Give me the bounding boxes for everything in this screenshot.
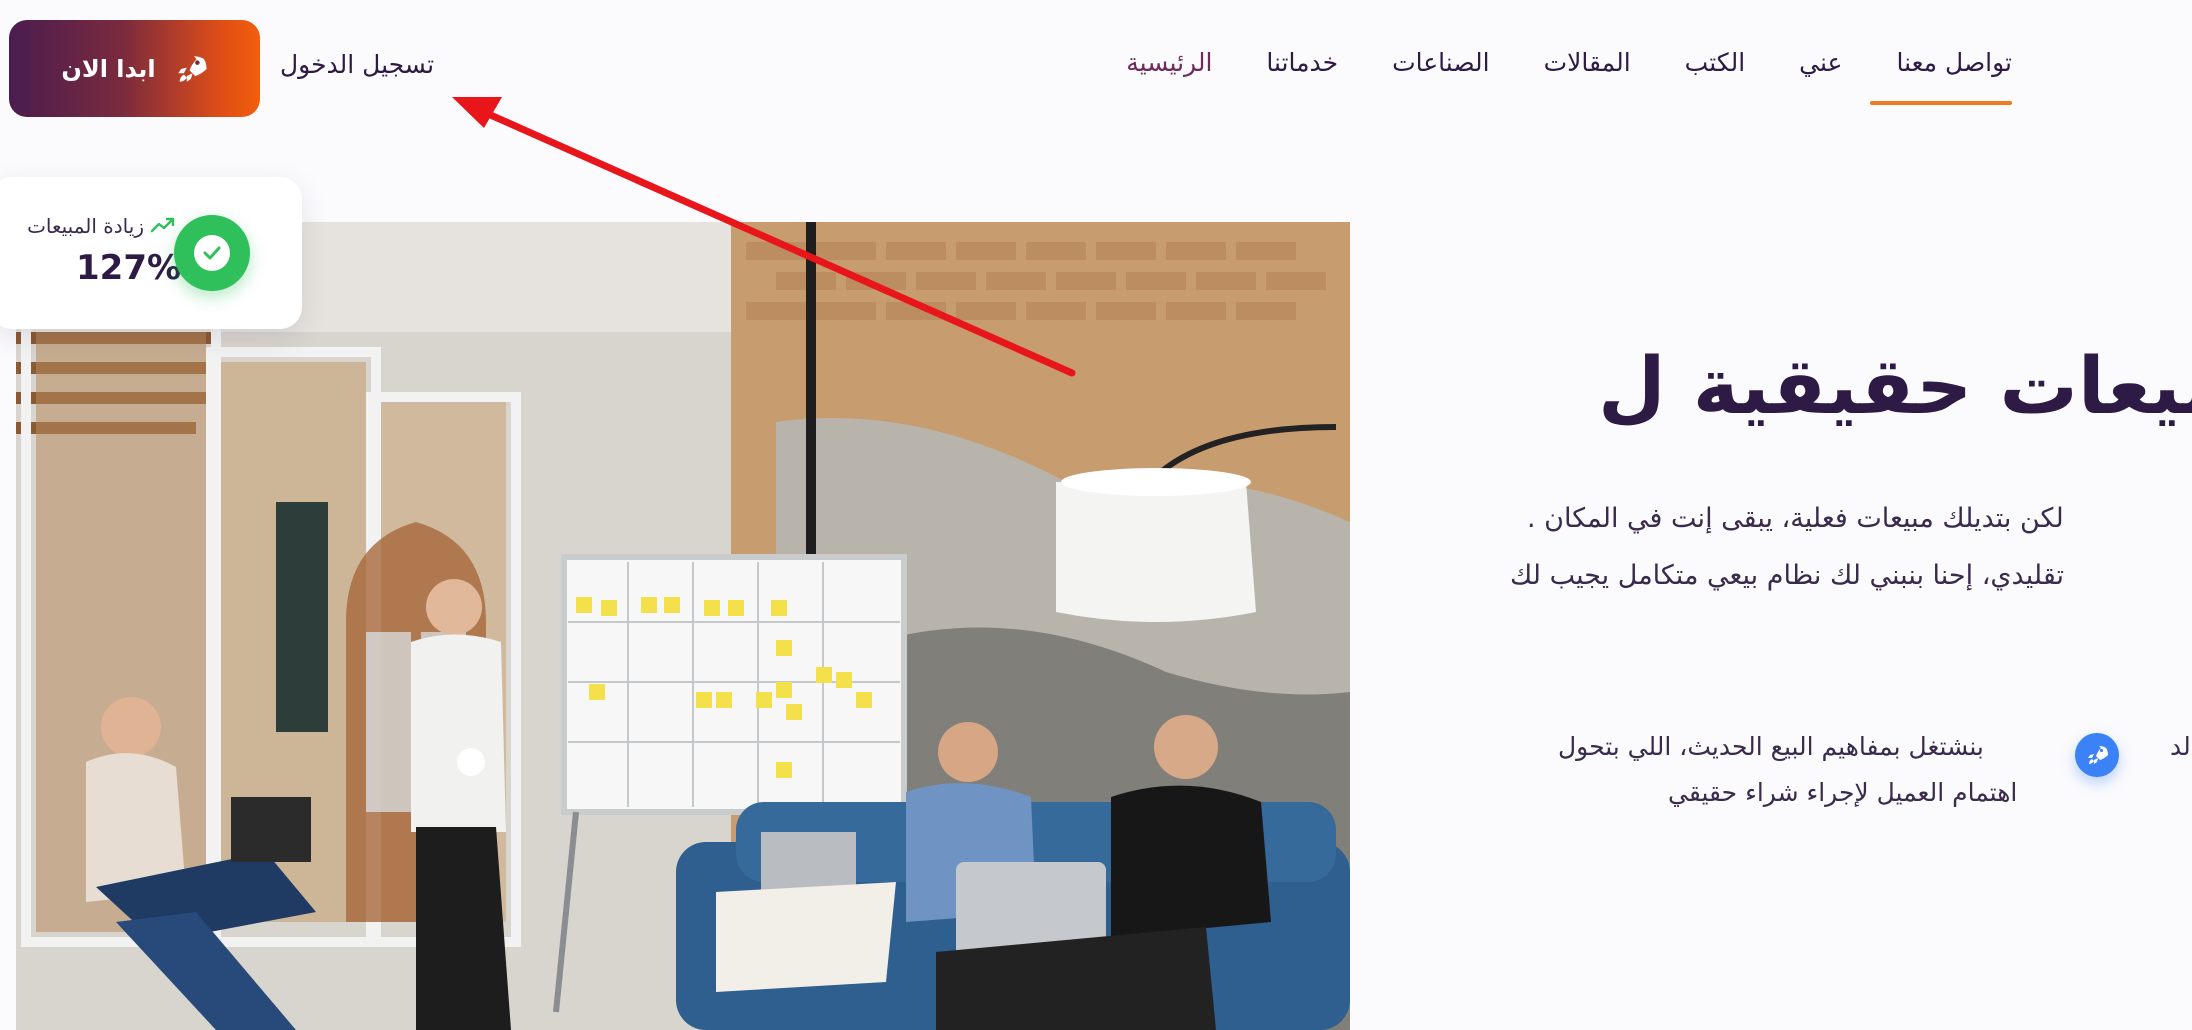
nav-item-industries[interactable]: الصناعات <box>1392 48 1489 77</box>
sales-increase-label: زيادة المبيعات <box>27 214 144 238</box>
start-now-button[interactable]: ابدا الان <box>9 20 260 117</box>
feature-text-line2: اهتمام العميل لإجراء شراء حقيقي <box>1668 778 2018 807</box>
nav-active-indicator <box>1870 101 2012 105</box>
hero-subtext-line2: تقليدي، إحنا بنبني لك نظام بيعي متكامل ي… <box>1510 560 2064 591</box>
rocket-icon <box>177 55 207 82</box>
trend-up-icon <box>150 217 175 233</box>
main-nav: الرئيسية خدماتنا الصناعات المقالات الكتب… <box>1126 48 2012 77</box>
cta-label: ابدا الان <box>61 54 156 83</box>
hero-headline: مبيعات حقيقية ل <box>1598 342 2192 432</box>
rocket-icon <box>2088 746 2108 764</box>
nav-item-contact[interactable]: تواصل معنا <box>1896 48 2012 77</box>
nav-item-services[interactable]: خدماتنا <box>1266 48 1338 77</box>
login-link[interactable]: تسجيل الدخول <box>280 50 434 79</box>
check-badge <box>174 215 250 291</box>
feature-rocket-badge <box>2075 733 2119 777</box>
nav-item-home[interactable]: الرئيسية <box>1126 48 1212 77</box>
feature-text-cut: لد <box>2170 732 2191 761</box>
feature-text-line1: بنشتغل بمفاهيم البيع الحديث، اللي بتحول <box>1558 732 1984 761</box>
nav-item-books[interactable]: الكتب <box>1685 48 1745 77</box>
landing-page: ابدا الان تسجيل الدخول الرئيسية خدماتنا … <box>0 0 2192 1030</box>
hero-photo <box>16 222 1350 1030</box>
hero-subtext-line1: لكن بتديلك مبيعات فعلية، يبقى إنت في الم… <box>1527 503 2064 534</box>
nav-item-about[interactable]: عني <box>1799 48 1842 77</box>
check-icon <box>203 246 221 260</box>
nav-item-articles[interactable]: المقالات <box>1544 48 1631 77</box>
